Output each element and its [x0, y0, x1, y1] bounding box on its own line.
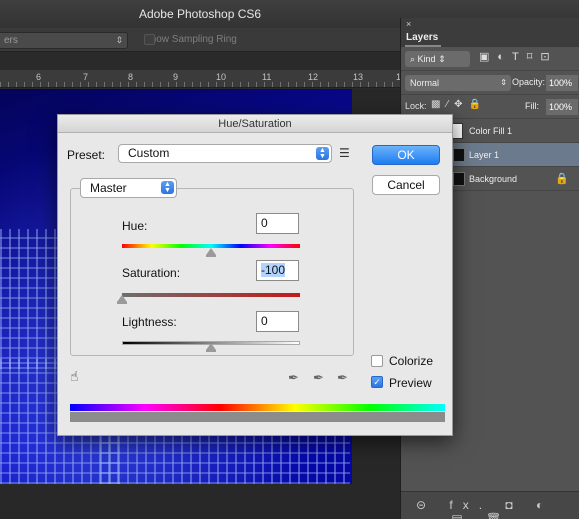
- tab-layers-label: Layers: [406, 32, 439, 43]
- updown-arrows-icon: ▲ ▼: [316, 147, 329, 160]
- photoshop-window: Adobe Photoshop CS6 ers ⇕ Show Sampling …: [0, 0, 579, 519]
- ruler-tick: 6: [36, 72, 42, 82]
- saturation-value: -100: [261, 263, 286, 277]
- lightness-input[interactable]: 0: [256, 311, 299, 332]
- updown-arrows-icon: ⇕: [500, 78, 507, 87]
- filter-kind-label: Kind: [417, 54, 436, 64]
- options-bar: ers ⇕ Show Sampling Ring: [0, 28, 400, 52]
- input-color-spectrum: [70, 404, 445, 411]
- blend-row: Normal ⇕ Opacity: 100%: [401, 71, 579, 95]
- saturation-slider-thumb[interactable]: [117, 295, 127, 304]
- tab-layers[interactable]: Layers: [401, 30, 579, 47]
- updown-arrows-icon: ▲ ▼: [161, 181, 174, 194]
- layer-filter-row: ⌕ Kind ⇕ ▣◐T⌑⊡: [401, 47, 579, 71]
- app-title: Adobe Photoshop CS6: [138, 7, 262, 21]
- hue-input[interactable]: 0: [256, 213, 299, 234]
- ruler-tick: 10: [216, 72, 227, 82]
- layers-panel-footer: ⊝ fx. ◘ ◐ ▬ ▤ 🗑: [401, 491, 579, 519]
- opacity-label: Opacity:: [512, 77, 546, 87]
- show-sampling-ring-label: Show Sampling Ring: [144, 34, 237, 45]
- sample-size-value: ers: [4, 35, 18, 46]
- ruler-tick: 11: [262, 72, 272, 82]
- layer-name: Color Fill 1: [469, 126, 513, 136]
- ruler-tick: 8: [128, 72, 134, 82]
- output-color-spectrum: [70, 412, 445, 422]
- layer-actions-icons[interactable]: ⊝ fx. ◘ ◐ ▬ ▤ 🗑: [416, 498, 579, 519]
- eyedropper-icon[interactable]: ✒: [288, 370, 299, 386]
- ruler-minor-ticks: [0, 82, 400, 87]
- colorize-label: Colorize: [389, 354, 434, 368]
- ok-button[interactable]: OK: [372, 145, 440, 165]
- lightness-label: Lightness:: [122, 315, 177, 329]
- hue-slider-thumb[interactable]: [206, 248, 216, 257]
- ruler-tick: 13: [353, 72, 364, 82]
- eyedropper-minus-icon[interactable]: ✒: [337, 370, 348, 386]
- preset-value: Custom: [128, 146, 170, 160]
- channel-value: Master: [90, 181, 127, 195]
- fx-label: fx.: [449, 498, 493, 512]
- cancel-button[interactable]: Cancel: [372, 175, 440, 195]
- dialog-title: Hue/Saturation: [58, 115, 452, 133]
- lock-icon: 🔒: [555, 173, 569, 185]
- blend-mode-select[interactable]: Normal ⇕: [405, 75, 511, 91]
- show-sampling-ring-checkbox[interactable]: [144, 34, 155, 45]
- adjustment-group: [70, 188, 354, 356]
- opacity-field[interactable]: 100%: [546, 75, 578, 91]
- preview-checkbox[interactable]: ✓: [371, 376, 383, 388]
- lock-icons[interactable]: ▩⁄✥🔒: [431, 99, 487, 110]
- ruler-tick: 7: [83, 72, 89, 82]
- image-building-detail: [0, 229, 60, 369]
- updown-arrows-icon: ⇕: [115, 35, 123, 45]
- blend-mode-value: Normal: [410, 78, 440, 88]
- preset-label: Preset:: [67, 148, 106, 162]
- ruler-tick: 9: [173, 72, 179, 82]
- saturation-slider-track[interactable]: [122, 293, 300, 297]
- panel-close-icon[interactable]: ×: [401, 18, 579, 30]
- preset-options-icon[interactable]: ☰: [339, 146, 350, 160]
- layer-thumbnail: [453, 172, 465, 186]
- eyedropper-plus-icon[interactable]: ✒: [313, 370, 324, 386]
- layer-name: Layer 1: [469, 150, 500, 160]
- ruler-tick: 12: [308, 72, 319, 82]
- sample-size-select[interactable]: ers ⇕: [0, 32, 128, 49]
- preview-label: Preview: [389, 376, 432, 390]
- lightness-slider-thumb[interactable]: [206, 343, 216, 352]
- filter-type-icons[interactable]: ▣◐T⌑⊡: [479, 50, 558, 63]
- hue-saturation-dialog: Hue/Saturation Preset: Custom ▲ ▼ ☰ OK Ca…: [57, 114, 453, 436]
- filter-kind-select[interactable]: ⌕ Kind ⇕: [405, 51, 470, 67]
- horizontal-ruler: 6 7 8 9 10 11 12 13 1: [0, 70, 401, 88]
- colorize-checkbox[interactable]: [371, 355, 383, 367]
- saturation-input[interactable]: -100: [256, 260, 299, 281]
- layer-thumbnail: [453, 148, 465, 162]
- fill-label: Fill:: [525, 101, 539, 111]
- lock-label: Lock:: [405, 101, 427, 111]
- hue-label: Hue:: [122, 219, 148, 233]
- show-sampling-ring-option[interactable]: Show Sampling Ring: [144, 34, 237, 45]
- saturation-label: Saturation:: [122, 266, 181, 280]
- channel-select[interactable]: Master ▲ ▼: [80, 178, 177, 198]
- layer-name: Background: [469, 174, 518, 184]
- fill-field[interactable]: 100%: [546, 99, 578, 115]
- targeted-adjustment-hand-icon[interactable]: ☝: [70, 368, 79, 385]
- preset-select[interactable]: Custom ▲ ▼: [118, 144, 332, 163]
